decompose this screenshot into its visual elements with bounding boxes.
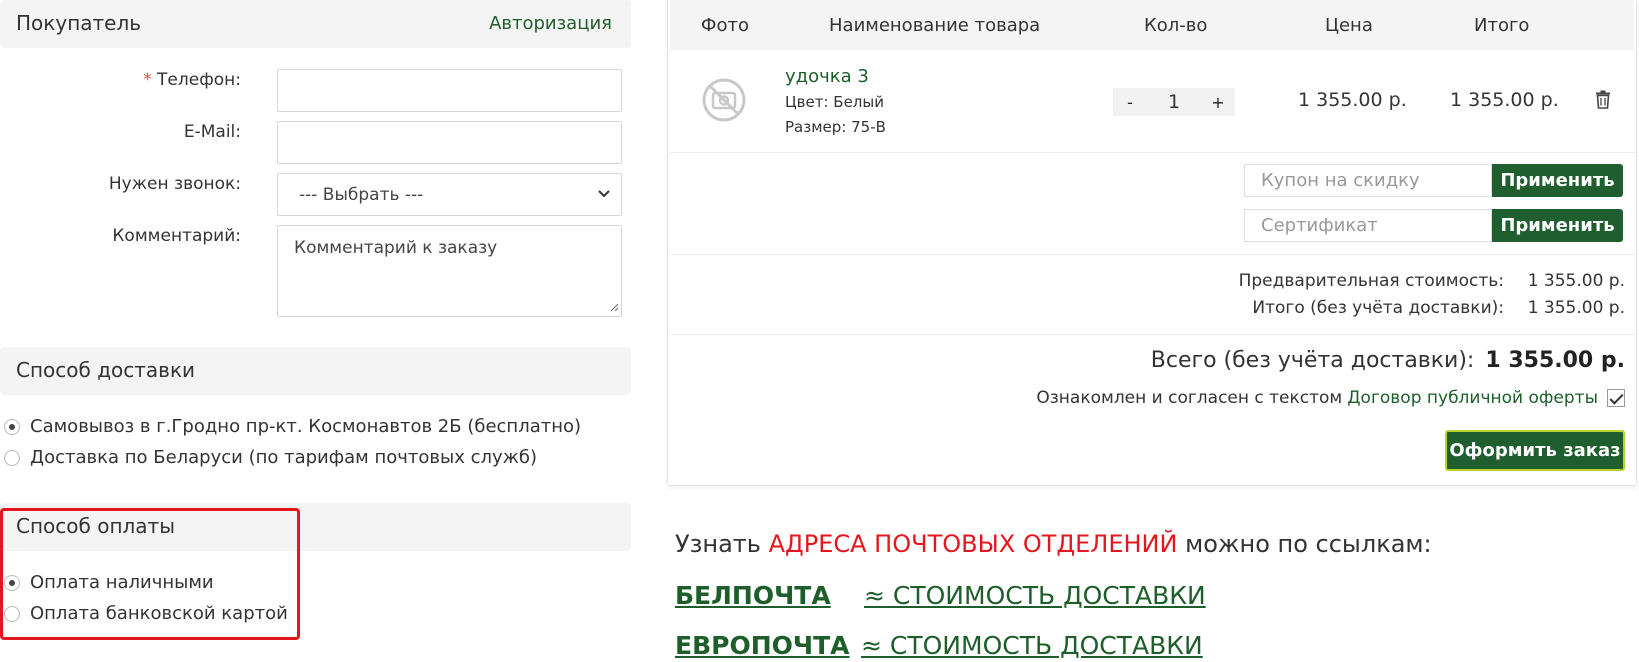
belpochta-cost-link[interactable]: ≈ СТОИМОСТЬ ДОСТАВКИ — [864, 581, 1206, 610]
europochta-link[interactable]: ЕВРОПОЧТА — [675, 631, 850, 660]
chevron-down-icon — [597, 186, 611, 204]
header-name: Наименование товара — [829, 15, 1041, 36]
comment-placeholder: Комментарий к заказу — [294, 238, 498, 258]
offer-agreement: Ознакомлен и согласен с текстом Договор … — [1036, 388, 1625, 408]
delivery-section-header: Способ доставки — [0, 347, 631, 395]
trash-icon[interactable] — [1595, 90, 1611, 109]
product-color: Цвет: Белый — [785, 93, 884, 111]
phone-label-text: Телефон: — [157, 70, 241, 90]
subtotal-label: Предварительная стоимость: — [1238, 271, 1504, 291]
qty-value[interactable]: 1 — [1147, 91, 1201, 113]
header-total: Итого — [1474, 15, 1530, 36]
divider — [670, 152, 1636, 153]
delivery-option-pickup[interactable]: Самовывоз в г.Гродно пр-кт. Космонавтов … — [4, 416, 581, 437]
phone-field[interactable] — [277, 69, 622, 112]
post-offices-info: Узнать АДРЕСА ПОЧТОВЫХ ОТДЕЛЕНИЙ можно п… — [675, 530, 1432, 558]
comment-textarea[interactable]: Комментарий к заказу — [277, 225, 622, 317]
product-name-link[interactable]: удочка 3 — [785, 66, 869, 87]
header-price: Цена — [1325, 15, 1373, 36]
quantity-stepper[interactable]: - 1 + — [1113, 88, 1235, 116]
no-photo-icon[interactable] — [702, 78, 746, 122]
cart-table-header: Фото Наименование товара Кол-во Цена Ито… — [670, 0, 1634, 50]
total-value: 1 355.00 р. — [1527, 298, 1625, 318]
subtotal-value: 1 355.00 р. — [1527, 271, 1625, 291]
grand-total-value: 1 355.00 р. — [1485, 348, 1625, 373]
radio-selected[interactable] — [4, 418, 20, 435]
header-qty: Кол-во — [1144, 15, 1208, 36]
radio-unselected[interactable] — [4, 449, 20, 466]
resize-grip-icon[interactable] — [609, 301, 619, 315]
agree-text: Ознакомлен и согласен с текстом — [1036, 388, 1343, 408]
qty-minus-button[interactable]: - — [1113, 93, 1147, 112]
info-prefix: Узнать — [675, 530, 761, 558]
delivery-option-post[interactable]: Доставка по Беларуси (по тарифам почтовы… — [4, 447, 537, 468]
phone-label: * Телефон: — [143, 70, 241, 90]
call-select[interactable]: --- Выбрать --- — [277, 173, 622, 216]
email-label: E-Mail: — [183, 122, 241, 142]
apply-coupon-button[interactable]: Применить — [1492, 164, 1623, 197]
cart-card: Фото Наименование товара Кол-во Цена Ито… — [667, 0, 1637, 486]
item-total: 1 355.00 р. — [1450, 89, 1559, 111]
info-suffix: можно по ссылкам: — [1185, 530, 1432, 558]
agree-checkbox[interactable] — [1607, 389, 1625, 407]
certificate-placeholder: Сертификат — [1261, 215, 1378, 236]
grand-total: Всего (без учёта доставки): 1 355.00 р. — [1151, 348, 1625, 373]
europochta-cost-link[interactable]: ≈ СТОИМОСТЬ ДОСТАВКИ — [861, 631, 1203, 660]
delivery-option-label: Самовывоз в г.Гродно пр-кт. Космонавтов … — [30, 416, 582, 437]
qty-plus-button[interactable]: + — [1201, 93, 1235, 112]
header-photo: Фото — [701, 15, 750, 36]
divider — [670, 334, 1636, 335]
item-price: 1 355.00 р. — [1298, 89, 1407, 111]
certificate-input[interactable]: Сертификат — [1244, 209, 1492, 242]
delivery-section-title: Способ доставки — [16, 358, 196, 382]
authorization-link[interactable]: Авторизация — [489, 13, 612, 34]
coupon-input[interactable]: Купон на скидку — [1244, 164, 1492, 197]
email-field[interactable] — [277, 121, 622, 164]
apply-certificate-button[interactable]: Применить — [1492, 209, 1623, 242]
comment-label: Комментарий: — [112, 226, 241, 246]
buyer-section-header: Покупатель Авторизация — [0, 0, 631, 48]
belpochta-link[interactable]: БЕЛПОЧТА — [675, 581, 831, 610]
delivery-option-label: Доставка по Беларуси (по тарифам почтовы… — [30, 447, 537, 468]
product-size: Размер: 75-B — [785, 118, 886, 136]
info-highlight: АДРЕСА ПОЧТОВЫХ ОТДЕЛЕНИЙ — [768, 530, 1178, 558]
total-label: Итого (без учёта доставки): — [1252, 298, 1504, 318]
required-mark: * — [143, 70, 152, 90]
buyer-section-title: Покупатель — [16, 11, 142, 35]
call-label: Нужен звонок: — [108, 174, 241, 194]
public-offer-link[interactable]: Договор публичной оферты — [1347, 388, 1598, 408]
call-select-value: --- Выбрать --- — [299, 184, 424, 205]
divider — [670, 254, 1636, 255]
payment-highlight-frame — [0, 508, 300, 640]
grand-total-label: Всего (без учёта доставки): — [1150, 348, 1475, 373]
coupon-placeholder: Купон на скидку — [1261, 170, 1420, 191]
place-order-button[interactable]: Оформить заказ — [1445, 430, 1625, 471]
